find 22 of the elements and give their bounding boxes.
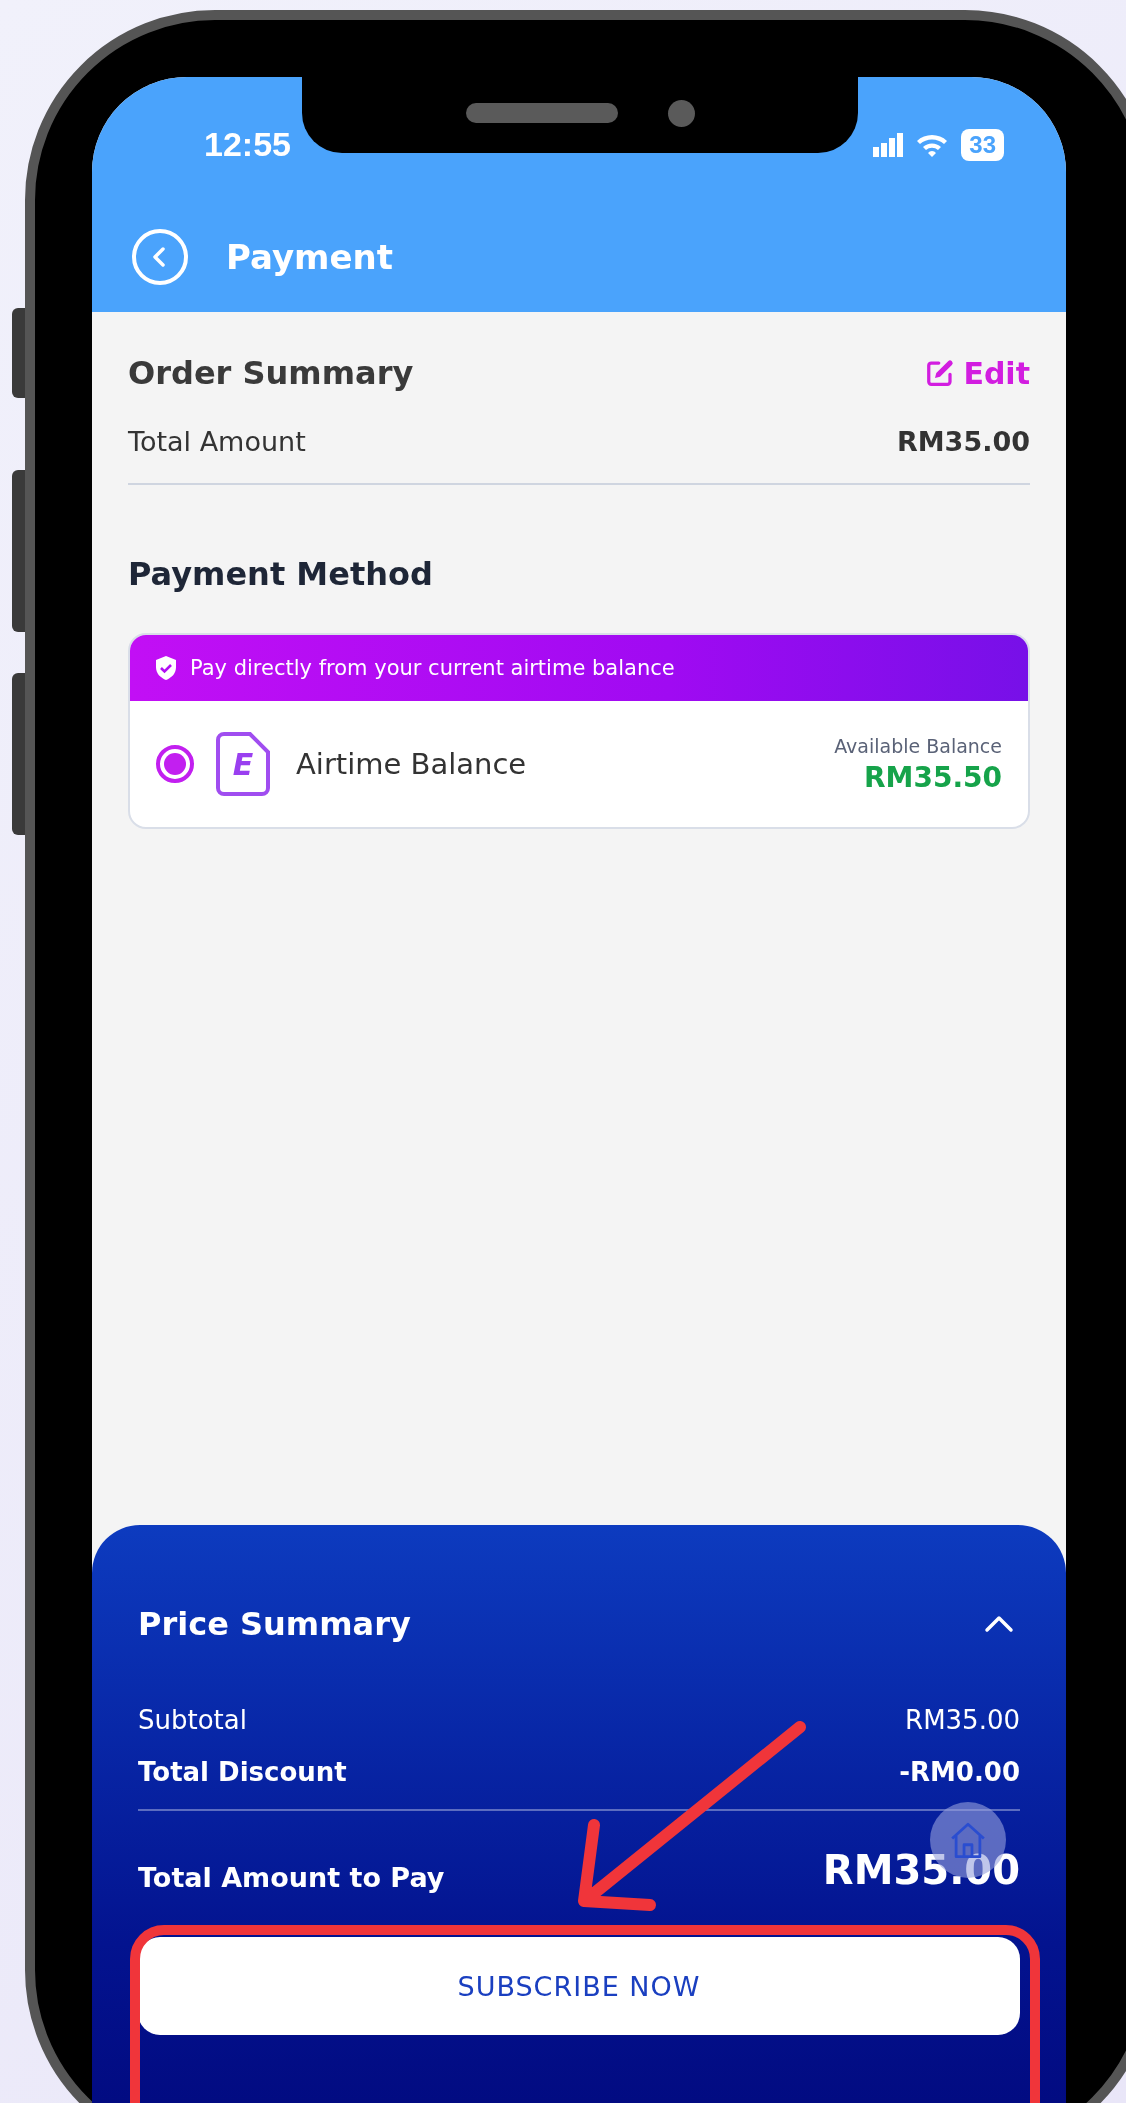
row-label: Total Amount <box>128 426 306 457</box>
option-name: Airtime Balance <box>296 747 528 781</box>
sim-card-icon: E <box>216 732 270 796</box>
row-value: RM35.00 <box>896 426 1030 457</box>
price-label: Total Discount <box>138 1757 347 1787</box>
section-title: Payment Method <box>128 555 433 593</box>
total-label: Total Amount to Pay <box>138 1862 445 1893</box>
total-value: RM35.00 <box>822 1847 1020 1893</box>
sheet-title: Price Summary <box>138 1605 411 1643</box>
edit-link[interactable]: Edit <box>925 355 1030 391</box>
balance-label: Available Balance <box>834 734 1002 757</box>
payment-option[interactable]: E Airtime Balance Available Balance RM35.50 <box>130 701 1028 827</box>
subscribe-button[interactable]: SUBSCRIBE NOW <box>138 1937 1020 2035</box>
status-time: 12:55 <box>204 125 291 164</box>
page-title: Payment <box>226 237 393 277</box>
balance-value: RM35.50 <box>864 760 1002 794</box>
battery-indicator: 33 <box>961 128 1004 161</box>
price-label: Subtotal <box>138 1705 247 1735</box>
section-title: Order Summary <box>128 354 414 392</box>
banner-text: Pay directly from your current airtime balance <box>190 656 675 680</box>
price-value: -RM0.00 <box>899 1757 1020 1787</box>
price-value: RM35.00 <box>905 1705 1020 1735</box>
